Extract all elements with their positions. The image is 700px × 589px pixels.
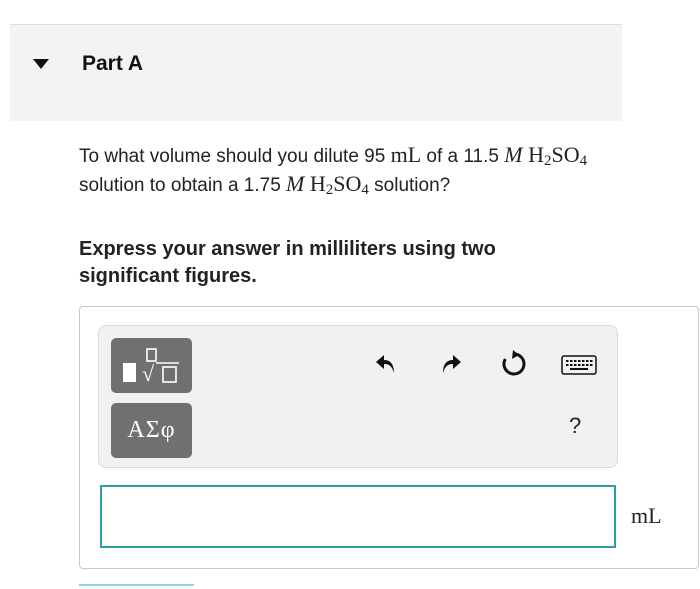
answer-panel: √ ΑΣφ ? mL (79, 306, 699, 569)
compound-math-1: M H2SO4 (504, 142, 588, 169)
keyboard-icon (561, 355, 597, 375)
question-segment: To what volume should you dilute 95 (79, 146, 391, 167)
question-segment: solution? (368, 175, 451, 196)
collapse-caret-icon[interactable] (33, 59, 49, 69)
redo-icon (443, 355, 461, 373)
part-title: Part A (82, 52, 144, 75)
unit-math: mL (390, 142, 422, 167)
math-toolbar: √ ΑΣφ ? (98, 325, 618, 468)
svg-text:√: √ (142, 361, 155, 386)
fraction-root-template-icon: √ (122, 347, 179, 386)
undo-button[interactable] (371, 349, 401, 379)
greek-symbols-button[interactable]: ΑΣφ (111, 403, 192, 458)
question-segment: of a 11.5 (421, 146, 505, 167)
templates-button[interactable]: √ (111, 338, 192, 393)
help-button[interactable]: ? (569, 413, 581, 439)
answer-unit: mL (631, 503, 662, 528)
molarity-symbol: M (504, 142, 523, 167)
formula-part: H (309, 171, 326, 196)
keyboard-button[interactable] (561, 352, 597, 378)
formula-part: SO (551, 142, 580, 167)
formula-subscript: 4 (361, 182, 369, 198)
molarity-symbol: M (286, 171, 305, 196)
page: Part A To what volume should you dilute … (0, 0, 700, 589)
compound-math-2: M H2SO4 (286, 171, 369, 198)
reset-button[interactable] (499, 349, 529, 379)
link-underline (79, 584, 194, 586)
answer-input[interactable] (100, 485, 616, 548)
undo-icon (376, 355, 394, 373)
formula-part: H (528, 142, 544, 167)
answer-instruction: Express your answer in milliliters using… (79, 238, 496, 287)
redo-button[interactable] (436, 349, 466, 379)
formula-subscript: 4 (579, 153, 588, 169)
reset-icon (502, 350, 526, 376)
question-text: To what volume should you dilute 95 mL o… (79, 141, 599, 199)
formula-part: SO (333, 171, 362, 196)
question-segment: solution to obtain a 1.75 (79, 175, 287, 196)
